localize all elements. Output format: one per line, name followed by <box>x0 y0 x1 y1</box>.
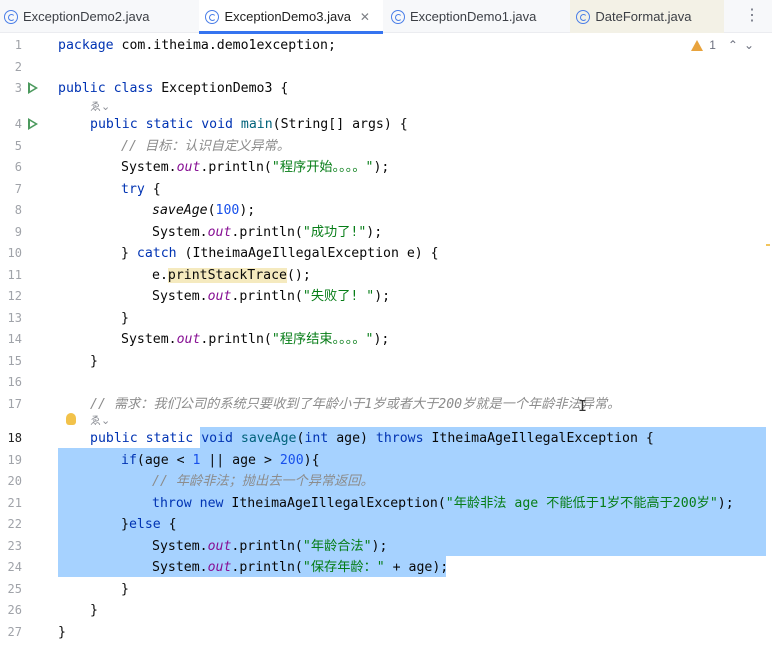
code-line: 22 }else { <box>0 514 772 536</box>
line-number: 20 <box>7 474 22 488</box>
more-vertical-icon[interactable]: ⋮ <box>744 6 760 26</box>
line-number: 12 <box>7 289 22 303</box>
code-line: 20 // 年龄非法；抛出去一个异常返回。 <box>0 471 772 493</box>
run-icon[interactable] <box>28 118 38 130</box>
code-text: } <box>58 624 66 640</box>
code-comment: // 目标：认识自定义异常。 <box>121 138 290 154</box>
run-icon[interactable] <box>28 82 38 94</box>
line-number: 19 <box>7 452 22 467</box>
java-class-icon <box>576 9 591 24</box>
code-line: 6 System.out.println("程序开始。。。。"); <box>0 157 772 179</box>
close-icon[interactable]: ✕ <box>359 10 371 24</box>
code-line: 19 if(age < 1 || age > 200){ <box>0 450 772 472</box>
line-number: 16 <box>7 375 22 389</box>
line-number: 6 <box>14 160 22 174</box>
tab-label: ExceptionDemo3.java <box>224 9 351 24</box>
lightbulb-icon[interactable] <box>66 413 76 425</box>
code-line: 13 } <box>0 308 772 330</box>
inlay-hint-row: ゑ⌄ <box>0 410 772 428</box>
code-text: public static void main(String[] args) { <box>90 117 408 132</box>
line-number: 26 <box>7 603 22 617</box>
author-hint[interactable]: ゑ⌄ <box>90 412 110 428</box>
line-number: 8 <box>14 203 22 217</box>
line-number: 3 <box>14 81 22 95</box>
code-text: System.out.println("程序结束。。。。"); <box>121 332 390 347</box>
code-line: 9 System.out.println("成功了!"); <box>0 222 772 244</box>
code-line: 2 <box>0 57 772 79</box>
tab-label: ExceptionDemo1.java <box>409 9 537 24</box>
mouse-cursor-icon: I <box>578 397 588 415</box>
line-number: 15 <box>7 353 22 368</box>
code-line: 5 // 目标：认识自定义异常。 <box>0 136 772 158</box>
inlay-hint-row: ゑ⌄ <box>0 96 772 114</box>
tab-exceptiondemo2[interactable]: ExceptionDemo2.java <box>0 0 181 33</box>
code-line: 18 public static void saveAge(int age) t… <box>0 428 772 450</box>
line-number: 21 <box>7 495 22 510</box>
line-number: 10 <box>7 246 22 260</box>
tab-label: ExceptionDemo2.java <box>23 9 150 24</box>
code-text: } <box>121 310 129 326</box>
code-text: package com.itheima.demo1exception; <box>58 38 336 53</box>
line-number: 25 <box>7 581 22 596</box>
code-line: 25 } <box>0 579 772 601</box>
code-line: 7 try { <box>0 179 772 201</box>
line-number: 17 <box>7 396 22 411</box>
code-text: } catch (ItheimaAgeIllegalException e) { <box>121 246 439 261</box>
code-comment: // 年龄非法；抛出去一个异常返回。 <box>152 474 374 489</box>
code-text: System.out.println("保存年龄：" + age); <box>152 560 449 575</box>
code-line: 1 package com.itheima.demo1exception; <box>0 35 772 57</box>
code-text: try { <box>121 181 161 197</box>
line-number: 2 <box>14 59 22 74</box>
code-line: 12 System.out.println("失败了! "); <box>0 286 772 308</box>
java-class-icon <box>390 9 405 24</box>
line-number: 11 <box>7 267 22 282</box>
java-class-icon <box>205 9 220 24</box>
code-text: System.out.println("程序开始。。。。"); <box>121 160 390 175</box>
code-text: saveAge(100); <box>152 203 256 218</box>
line-number: 13 <box>7 310 22 325</box>
line-number: 7 <box>14 181 22 196</box>
line-number: 4 <box>14 117 22 131</box>
code-line: 4 public static void main(String[] args)… <box>0 114 772 136</box>
editor-tab-bar: ExceptionDemo2.java ExceptionDemo3.java … <box>0 0 772 34</box>
tab-label: DateFormat.java <box>595 9 692 24</box>
code-line: 26 } <box>0 600 772 622</box>
code-text: }else { <box>121 517 177 532</box>
line-number: 9 <box>14 224 22 239</box>
line-number: 24 <box>7 560 22 574</box>
code-text: throw new ItheimaAgeIllegalException("年龄… <box>152 495 734 511</box>
code-line: 8 saveAge(100); <box>0 200 772 222</box>
code-line: 15 } <box>0 351 772 373</box>
line-number: 23 <box>7 538 22 553</box>
code-text: } <box>90 603 98 618</box>
code-line: 27 } <box>0 622 772 644</box>
author-hint[interactable]: ゑ⌄ <box>90 98 110 114</box>
code-line: 23 System.out.println("年龄合法"); <box>0 536 772 558</box>
code-line: 21 throw new ItheimaAgeIllegalException(… <box>0 493 772 515</box>
code-text: } <box>121 581 129 597</box>
code-text: System.out.println("年龄合法"); <box>152 538 388 554</box>
code-text: public static void saveAge(int age) thro… <box>90 431 654 446</box>
tab-exceptiondemo3[interactable]: ExceptionDemo3.java ✕ <box>199 0 384 34</box>
code-text: } <box>90 353 98 369</box>
tab-exceptiondemo1[interactable]: ExceptionDemo1.java <box>385 0 568 33</box>
code-text: System.out.println("成功了!"); <box>152 224 383 240</box>
tab-dateformat[interactable]: DateFormat.java <box>570 0 724 33</box>
code-line: 24 System.out.println("保存年龄：" + age); <box>0 557 772 579</box>
line-number: 18 <box>7 431 22 445</box>
line-number: 5 <box>14 138 22 153</box>
code-text: e.printStackTrace(); <box>152 267 311 283</box>
code-line: 11 e.printStackTrace(); <box>0 265 772 287</box>
code-editor[interactable]: 1 ⌃ ⌄ 1 package com.itheima.demo1excepti… <box>0 34 772 658</box>
code-line: 16 <box>0 372 772 394</box>
line-number: 22 <box>7 517 22 531</box>
code-text: System.out.println("失败了! "); <box>152 289 391 304</box>
java-class-icon <box>4 9 18 24</box>
code-text: if(age < 1 || age > 200){ <box>121 452 320 468</box>
code-line: 10 } catch (ItheimaAgeIllegalException e… <box>0 243 772 265</box>
line-number: 1 <box>14 38 22 52</box>
code-line: 14 System.out.println("程序结束。。。。"); <box>0 329 772 351</box>
line-number: 14 <box>7 332 22 346</box>
line-number: 27 <box>7 624 22 639</box>
